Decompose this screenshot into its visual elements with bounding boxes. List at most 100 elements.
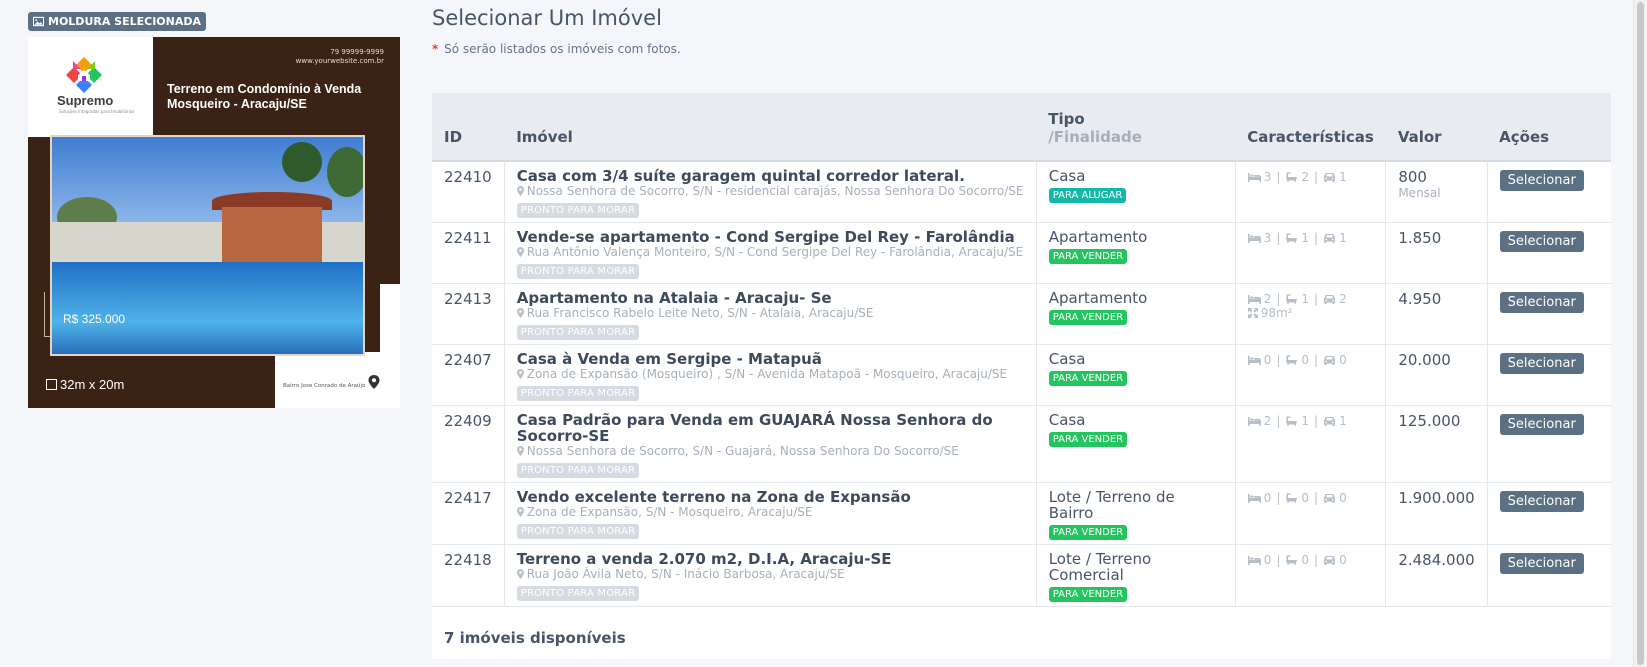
photo-palm xyxy=(282,142,322,182)
vagas-count: 0 xyxy=(1339,553,1347,567)
header-tipo[interactable]: Tipo /Finalidade xyxy=(1036,93,1236,162)
poster-contact: 79 99999-9999 www.yourwebsite.com.br xyxy=(296,48,384,66)
car-icon xyxy=(1324,494,1336,503)
property-title[interactable]: Terreno a venda 2.070 m2, D.I.A, Aracaju… xyxy=(517,551,1024,567)
frame-poster[interactable]: Supremo Soluções Integradas para Imobili… xyxy=(28,37,400,408)
row-caracteristicas: 0 | 0 | 0 xyxy=(1235,482,1387,545)
separator: | xyxy=(1314,353,1319,367)
property-price: 800 xyxy=(1398,168,1427,186)
banheiros-count: 0 xyxy=(1301,491,1310,505)
bed-icon xyxy=(1247,234,1261,243)
property-title[interactable]: Vende-se apartamento - Cond Sergipe Del … xyxy=(517,229,1024,245)
table-footer-row: 7 imóveis disponíveis xyxy=(432,606,1611,659)
row-caracteristicas: 2 | 1 | 1 xyxy=(1235,405,1387,483)
row-acoes: Selecionar xyxy=(1487,405,1611,483)
separator: | xyxy=(1276,414,1281,428)
map-marker-icon xyxy=(516,247,524,257)
vagas-count: 2 xyxy=(1339,292,1347,306)
select-button[interactable]: Selecionar xyxy=(1499,491,1584,512)
property-address-text: Rua Antônio Valença Monteiro, S/N - Cond… xyxy=(526,245,1024,259)
bath-icon xyxy=(1286,233,1298,243)
photos-note: * Só serão listados os imóveis com fotos… xyxy=(432,42,681,56)
header-caracteristicas[interactable]: Características xyxy=(1235,93,1386,162)
photo-palm xyxy=(327,147,363,197)
row-id: 22413 xyxy=(432,283,505,345)
area-value: 98m² xyxy=(1260,306,1293,320)
property-address: Rua Antônio Valença Monteiro, S/N - Cond… xyxy=(516,245,1024,260)
bath-icon xyxy=(1286,555,1298,565)
row-acoes: Selecionar xyxy=(1487,544,1611,607)
finalidade-badge: PARA VENDER xyxy=(1048,249,1128,264)
property-title[interactable]: Casa à Venda em Sergipe - Matapuã xyxy=(517,351,1024,367)
property-title[interactable]: Casa Padrão para Venda em GUAJARÁ Nossa … xyxy=(517,412,1024,444)
row-acoes: Selecionar xyxy=(1487,161,1611,223)
poster-phone: 79 99999-9999 xyxy=(330,48,384,56)
separator: | xyxy=(1314,414,1319,428)
row-tipo: Apartamento PARA VENDER xyxy=(1036,283,1236,345)
poster-dimensions: 32m x 20m xyxy=(46,377,124,392)
row-imovel: Terreno a venda 2.070 m2, D.I.A, Aracaju… xyxy=(504,544,1037,607)
property-address: Zona de Expansão (Mosqueiro) , S/N - Ave… xyxy=(516,367,1024,382)
table-row: 22413 Apartamento na Atalaia - Aracaju- … xyxy=(432,283,1611,345)
property-price: 125.000 xyxy=(1398,412,1461,430)
available-count: 7 imóveis disponíveis xyxy=(432,606,1611,659)
property-price: 20.000 xyxy=(1398,351,1451,369)
bath-icon xyxy=(1286,294,1298,304)
header-imovel[interactable]: Imóvel xyxy=(504,93,1037,162)
property-title[interactable]: Vendo excelente terreno na Zona de Expan… xyxy=(517,489,1024,505)
table-row: 22410 Casa com 3/4 suíte garagem quintal… xyxy=(432,161,1611,223)
price-period: Mensal xyxy=(1398,186,1441,200)
features: 0 | 0 | 0 xyxy=(1247,353,1374,367)
quartos-count: 2 xyxy=(1263,414,1272,428)
row-id: 22410 xyxy=(432,161,505,223)
property-type: Lote / Terreno de Bairro xyxy=(1048,488,1175,522)
map-marker-icon xyxy=(516,569,524,579)
quartos-count: 2 xyxy=(1263,292,1272,306)
row-id: 22417 xyxy=(432,482,505,545)
separator: | xyxy=(1314,553,1319,567)
table-body: 22410 Casa com 3/4 suíte garagem quintal… xyxy=(432,161,1611,607)
property-type: Lote / Terreno Comercial xyxy=(1048,550,1152,584)
row-acoes: Selecionar xyxy=(1487,344,1611,406)
property-price: 4.950 xyxy=(1398,290,1442,308)
select-button[interactable]: Selecionar xyxy=(1499,231,1584,252)
row-id: 22418 xyxy=(432,544,505,607)
finalidade-badge: PARA VENDER xyxy=(1048,310,1128,325)
row-tipo: Lote / Terreno Comercial PARA VENDER xyxy=(1036,544,1236,607)
row-tipo: Casa PARA VENDER xyxy=(1036,405,1236,483)
row-valor: 125.000 xyxy=(1385,405,1488,483)
property-title[interactable]: Apartamento na Atalaia - Aracaju- Se xyxy=(517,290,1024,306)
poster-bairro: Bairro Jose Conrado de Araújo xyxy=(283,383,366,389)
select-button[interactable]: Selecionar xyxy=(1499,553,1584,574)
poster-price: R$ 325.000 xyxy=(63,312,126,326)
property-type: Casa xyxy=(1048,167,1086,185)
select-button[interactable]: Selecionar xyxy=(1499,292,1584,313)
banheiros-count: 1 xyxy=(1301,414,1310,428)
bed-icon xyxy=(1247,494,1261,503)
expand-icon xyxy=(1247,308,1258,318)
select-button[interactable]: Selecionar xyxy=(1499,414,1584,435)
properties-table: ID Imóvel Tipo /Finalidade Característic… xyxy=(432,93,1611,659)
features: 0 | 0 | 0 xyxy=(1247,491,1374,505)
poster-title: Terreno em Condomínio à Venda Mosqueiro … xyxy=(167,82,361,112)
row-imovel: Vende-se apartamento - Cond Sergipe Del … xyxy=(504,222,1037,284)
poster-dimensions-text: 32m x 20m xyxy=(60,377,125,392)
page-scrollbar[interactable] xyxy=(1633,0,1647,667)
property-title[interactable]: Casa com 3/4 suíte garagem quintal corre… xyxy=(517,168,1024,184)
table-row: 22409 Casa Padrão para Venda em GUAJARÁ … xyxy=(432,405,1611,483)
table-row: 22407 Casa à Venda em Sergipe - Matapuã … xyxy=(432,344,1611,406)
vagas-count: 1 xyxy=(1339,231,1347,245)
header-valor[interactable]: Valor xyxy=(1385,93,1488,162)
bed-icon xyxy=(1247,356,1261,365)
header-id[interactable]: ID xyxy=(432,93,505,162)
property-address: Rua João Ávila Neto, S/N - Inácio Barbos… xyxy=(516,567,1024,582)
select-button[interactable]: Selecionar xyxy=(1499,170,1584,191)
scrollbar-thumb[interactable] xyxy=(1637,2,1644,665)
row-caracteristicas: 3 | 1 | 1 xyxy=(1235,222,1387,284)
row-caracteristicas: 0 | 0 | 0 xyxy=(1235,344,1387,406)
row-acoes: Selecionar xyxy=(1487,482,1611,545)
required-star: * xyxy=(432,42,439,56)
property-address: Nossa Senhora de Socorro, S/N - Guajará,… xyxy=(516,444,1024,459)
select-button[interactable]: Selecionar xyxy=(1499,353,1584,374)
poster-white-corner xyxy=(275,352,400,408)
